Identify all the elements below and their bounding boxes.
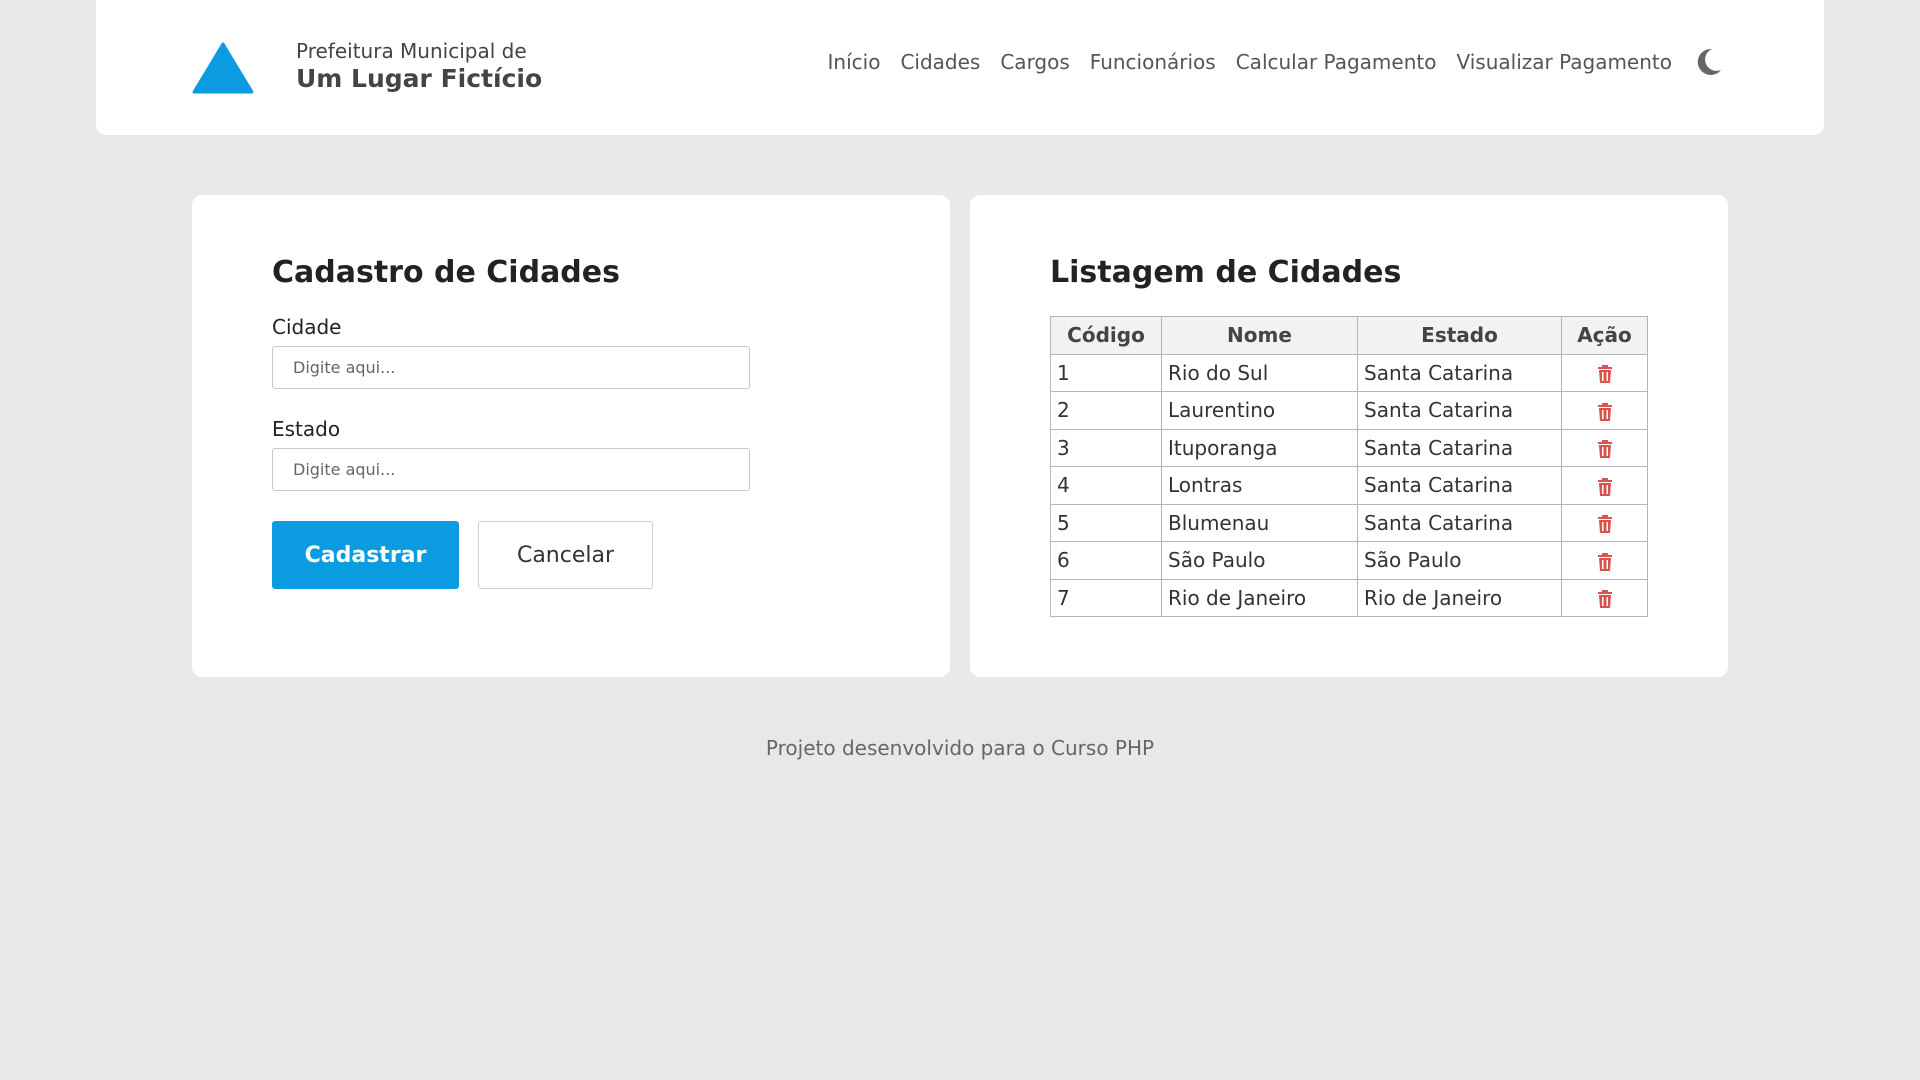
cell-action — [1561, 503, 1648, 542]
nav-item-funcionarios[interactable]: Funcionários — [1090, 50, 1216, 74]
table-row: 7 Rio de Janeiro Rio de Janeiro — [1050, 578, 1648, 617]
nav-item-calcular-pagamento[interactable]: Calcular Pagamento — [1236, 50, 1437, 74]
cell-name: Blumenau — [1161, 503, 1358, 542]
trash-icon[interactable] — [1597, 402, 1613, 421]
header-action: Ação — [1561, 316, 1648, 355]
table-row: 4 Lontras Santa Catarina — [1050, 466, 1648, 505]
header-name: Nome — [1161, 316, 1358, 355]
moon-icon[interactable] — [1692, 46, 1724, 78]
main-nav: Início Cidades Cargos Funcionários Calcu… — [828, 46, 1724, 78]
cell-state: Rio de Janeiro — [1357, 578, 1562, 617]
brand-title: Prefeitura Municipal de Um Lugar Fictíci… — [296, 38, 542, 94]
cell-code: 4 — [1050, 466, 1162, 505]
cancel-button[interactable]: Cancelar — [478, 521, 653, 589]
footer-text: Projeto desenvolvido para o Curso PHP — [765, 736, 1155, 760]
state-label: Estado — [272, 417, 341, 441]
cell-name: Ituporanga — [1161, 428, 1358, 467]
header-state: Estado — [1357, 316, 1562, 355]
city-label: Cidade — [272, 315, 342, 339]
cities-table: Código Nome Estado Ação 1 Rio do Sul San… — [1050, 316, 1648, 617]
table-row: 6 São Paulo São Paulo — [1050, 541, 1648, 580]
table-row: 5 Blumenau Santa Catarina — [1050, 503, 1648, 542]
city-form-card: Cadastro de Cidades Cidade Estado Cadast… — [192, 195, 950, 677]
table-row: 2 Laurentino Santa Catarina — [1050, 391, 1648, 430]
cell-code: 6 — [1050, 541, 1162, 580]
cell-state: Santa Catarina — [1357, 466, 1562, 505]
trash-icon[interactable] — [1597, 440, 1613, 459]
state-input[interactable] — [272, 448, 750, 491]
form-title: Cadastro de Cidades — [272, 255, 620, 290]
trash-icon[interactable] — [1597, 365, 1613, 384]
table-row: 1 Rio do Sul Santa Catarina — [1050, 353, 1648, 392]
trash-icon[interactable] — [1597, 590, 1613, 609]
trash-icon[interactable] — [1597, 515, 1613, 534]
cell-action — [1561, 353, 1648, 392]
brand-name: Um Lugar Fictício — [296, 64, 543, 93]
cell-code: 7 — [1050, 578, 1162, 617]
cell-action — [1561, 578, 1648, 617]
cell-action — [1561, 428, 1648, 467]
cell-state: Santa Catarina — [1357, 503, 1562, 542]
site-header: Prefeitura Municipal de Um Lugar Fictíci… — [96, 0, 1824, 135]
cell-state: Santa Catarina — [1357, 353, 1562, 392]
cell-state: Santa Catarina — [1357, 391, 1562, 430]
cell-name: Lontras — [1161, 466, 1358, 505]
cell-name: Rio de Janeiro — [1161, 578, 1358, 617]
nav-item-cargos[interactable]: Cargos — [1000, 50, 1069, 74]
cell-name: São Paulo — [1161, 541, 1358, 580]
header-code: Código — [1050, 316, 1162, 355]
cell-action — [1561, 466, 1648, 505]
table-header-row: Código Nome Estado Ação — [1050, 316, 1648, 355]
nav-item-cidades[interactable]: Cidades — [900, 50, 980, 74]
listing-title: Listagem de Cidades — [1050, 255, 1402, 290]
cell-name: Rio do Sul — [1161, 353, 1358, 392]
cell-action — [1561, 391, 1648, 430]
table-row: 3 Ituporanga Santa Catarina — [1050, 428, 1648, 467]
nav-item-visualizar-pagamento[interactable]: Visualizar Pagamento — [1456, 50, 1672, 74]
city-list-card: Listagem de Cidades Código Nome Estado A… — [970, 195, 1728, 677]
cell-state: Santa Catarina — [1357, 428, 1562, 467]
brand-subtitle: Prefeitura Municipal de — [296, 39, 527, 63]
city-input[interactable] — [272, 346, 750, 389]
cell-action — [1561, 541, 1648, 580]
cell-code: 3 — [1050, 428, 1162, 467]
trash-icon[interactable] — [1597, 552, 1613, 571]
cell-code: 2 — [1050, 391, 1162, 430]
cell-name: Laurentino — [1161, 391, 1358, 430]
nav-item-inicio[interactable]: Início — [828, 50, 881, 74]
trash-icon[interactable] — [1597, 477, 1613, 496]
cell-code: 5 — [1050, 503, 1162, 542]
triangle-logo-icon — [192, 42, 254, 94]
submit-button[interactable]: Cadastrar — [272, 521, 459, 589]
cell-state: São Paulo — [1357, 541, 1562, 580]
cell-code: 1 — [1050, 353, 1162, 392]
